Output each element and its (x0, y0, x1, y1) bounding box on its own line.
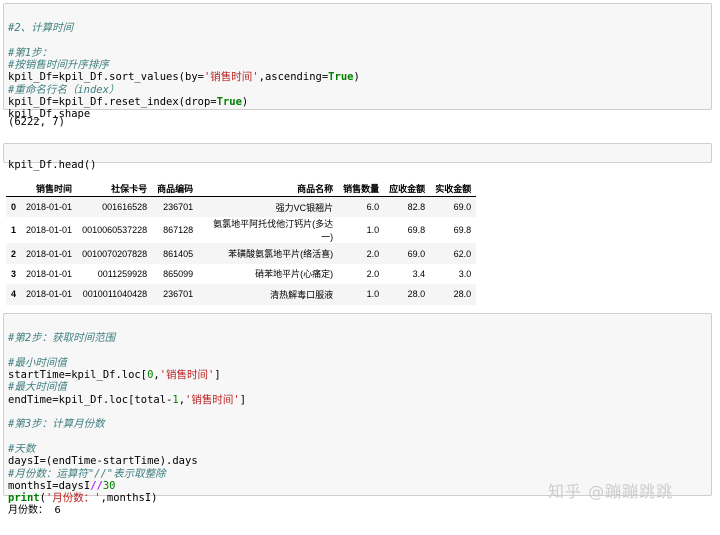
table-cell: 82.8 (407, 202, 426, 213)
column-header: 销售时间 (21, 180, 78, 197)
row-index: 3 (11, 268, 17, 279)
code-cell-time-range[interactable]: #第2步：获取时间范围 #最小时间值 startTime=kpil_Df.loc[0… (3, 313, 712, 504)
table-cell: 69.8 (453, 225, 472, 236)
cell-output-months: 月份数： 6 (8, 505, 61, 516)
table-cell: 236701 (163, 289, 194, 300)
table-cell: 硝苯地平片(心痛定) (255, 269, 334, 280)
watermark: 知乎 @蹦蹦跳跳 (548, 482, 674, 501)
table-cell: 2.0 (366, 268, 380, 279)
row-index: 1 (11, 225, 17, 236)
table-cell: 69.0 (407, 248, 426, 259)
code-line: kpil_Df.shape (8, 108, 91, 121)
code-line: endTime=kpil_Df.loc[total-1,'销售时间'] (8, 393, 247, 406)
code-line: kpil_Df=kpil_Df.sort_values(by='销售时间',as… (8, 71, 360, 84)
code-line: #2、计算时间 (8, 22, 74, 35)
table-cell: 苯磺酸氨氯地平片(络活喜) (228, 249, 334, 260)
table-cell: 2018-01-01 (26, 202, 73, 213)
code-line: #第3步：计算月份数 (8, 418, 105, 431)
code-line: #天数 (8, 442, 36, 455)
table-row: 2 2018-01-01 0010070207828 861405 苯磺酸氨氯地… (6, 243, 477, 264)
table-cell: 865099 (163, 268, 194, 279)
column-header: 实收金额 (430, 180, 477, 197)
table-cell: 0010060537228 (82, 225, 148, 236)
code-cell-sort[interactable]: #2、计算时间 #第1步： #按销售时间升序排序 kpil_Df=kpil_Df.so… (3, 3, 712, 120)
table-cell: 28.0 (407, 289, 426, 300)
table-cell: 69.0 (453, 202, 472, 213)
table-cell: 28.0 (453, 289, 472, 300)
column-header (6, 180, 22, 197)
table-cell: 6.0 (366, 202, 380, 213)
table-cell: 氨氯地平阿托伐他汀钙片(多达一) (213, 219, 334, 243)
table-cell: 236701 (163, 202, 194, 213)
table-cell: 0010070207828 (82, 248, 148, 259)
row-index: 4 (11, 289, 17, 300)
table-row: 1 2018-01-01 0010060537228 867128 氨氯地平阿托… (6, 217, 477, 244)
row-index: 0 (11, 202, 17, 213)
table-cell: 1.0 (366, 225, 380, 236)
table-cell: 0010011040428 (82, 289, 148, 300)
table-row: 0 2018-01-01 001616528 236701 强力VC银翘片 6.… (6, 196, 477, 218)
table-cell: 清热解毒口服液 (270, 289, 334, 300)
table-row: 3 2018-01-01 0011259928 865099 硝苯地平片(心痛定… (6, 263, 477, 285)
table-cell: 2018-01-01 (26, 268, 73, 279)
code-cell-head[interactable]: kpil_Df.head() (3, 143, 712, 171)
table-cell: 867128 (163, 225, 194, 236)
row-index: 2 (11, 248, 17, 259)
table-cell: 3.4 (412, 268, 426, 279)
column-header: 应收金额 (384, 180, 431, 197)
table-cell: 001616528 (102, 202, 148, 213)
code-line: kpil_Df.head() (8, 159, 97, 172)
table-cell: 62.0 (453, 248, 472, 259)
code-line: daysI=(endTime-startTime).days (8, 455, 198, 468)
code-line: #重命名行名（index） (8, 83, 120, 96)
table-cell: 861405 (163, 248, 194, 259)
code-line: #最小时间值 (8, 356, 67, 369)
dataframe-table: 销售时间 社保卡号 商品编码 商品名称 销售数量 应收金额 实收金额 0 201… (6, 180, 477, 305)
code-line: startTime=kpil_Df.loc[0,'销售时间'] (8, 369, 221, 382)
table-cell: 69.8 (407, 225, 426, 236)
table-cell: 2018-01-01 (26, 248, 73, 259)
table-cell: 2018-01-01 (26, 225, 73, 236)
table-row: 4 2018-01-01 0010011040428 236701 清热解毒口服… (6, 284, 477, 305)
table-cell: 2.0 (366, 248, 380, 259)
column-header: 商品编码 (152, 180, 199, 197)
code-line: #第2步：获取时间范围 (8, 332, 116, 345)
table-cell: 1.0 (366, 289, 380, 300)
column-header: 社保卡号 (77, 180, 153, 197)
code-line: #按销售时间升序排序 (8, 59, 109, 72)
table-cell: 2018-01-01 (26, 289, 73, 300)
column-header: 商品名称 (198, 180, 339, 197)
table-cell: 强力VC银翘片 (275, 202, 334, 213)
code-editor[interactable]: #2、计算时间 #第1步： #按销售时间升序排序 kpil_Df=kpil_Df.so… (4, 4, 711, 151)
cell-output-shape: (6222, 7) (8, 116, 65, 128)
code-line: #最大时间值 (8, 381, 67, 394)
table-cell: 0011259928 (97, 268, 148, 279)
code-line: kpil_Df=kpil_Df.reset_index(drop=True) (8, 96, 249, 109)
code-line: #第1步： (8, 46, 53, 59)
table-cell: 3.0 (458, 268, 472, 279)
column-header: 销售数量 (338, 180, 385, 197)
table-header-row: 销售时间 社保卡号 商品编码 商品名称 销售数量 应收金额 实收金额 (6, 180, 477, 197)
